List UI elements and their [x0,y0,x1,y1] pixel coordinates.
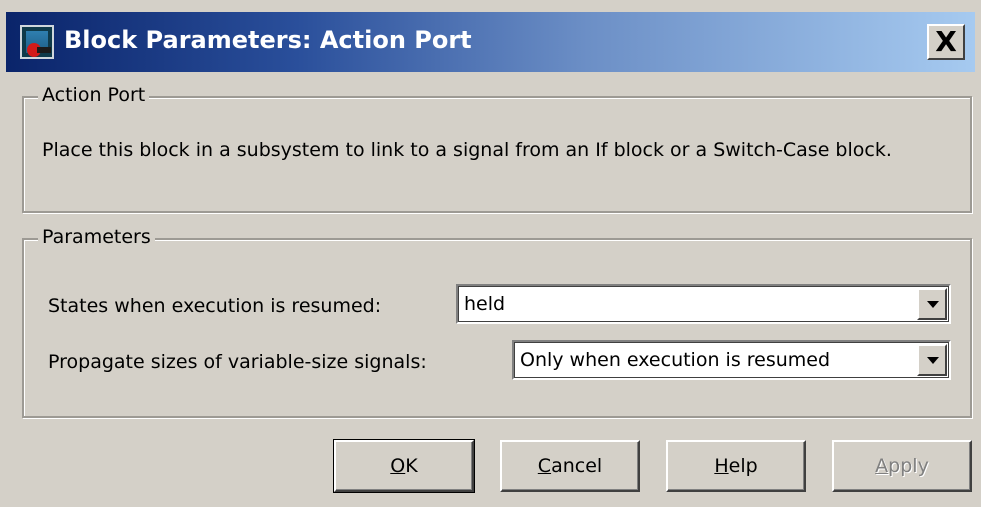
cancel-button[interactable]: Cancel [500,440,640,492]
ok-mnemonic: O [390,455,406,477]
parameters-group: Parameters States when execution is resu… [22,226,972,418]
icon-bar [37,47,51,53]
title-bar[interactable]: Block Parameters: Action Port X [6,12,975,72]
help-label: elp [728,455,758,477]
window-title: Block Parameters: Action Port [64,26,472,54]
parameters-legend: Parameters [38,226,155,248]
action-port-legend: Action Port [38,84,150,106]
states-label: States when execution is resumed: [48,295,382,317]
chevron-down-icon[interactable] [917,288,947,320]
action-port-group: Action Port Place this block in a subsys… [22,84,972,213]
apply-mnemonic: A [875,455,889,477]
help-mnemonic: H [714,455,729,477]
simulink-block-icon[interactable] [20,25,54,59]
propagate-label: Propagate sizes of variable-size signals… [48,351,427,373]
states-value: held [464,293,506,315]
help-button[interactable]: Help [666,440,806,492]
apply-button[interactable]: Apply [832,440,972,492]
chevron-down-icon[interactable] [917,344,947,376]
cancel-label: ancel [551,455,603,477]
cancel-mnemonic: C [537,455,552,477]
apply-label: pply [888,455,929,477]
ok-button[interactable]: OK [333,439,475,493]
block-parameters-dialog: Block Parameters: Action Port X Action P… [0,0,981,507]
propagate-value: Only when execution is resumed [520,349,831,371]
block-description: Place this block in a subsystem to link … [42,139,892,161]
close-icon[interactable]: X [927,24,965,60]
propagate-dropdown[interactable]: Only when execution is resumed [512,340,951,380]
ok-label: K [405,455,418,477]
states-dropdown[interactable]: held [456,284,951,324]
